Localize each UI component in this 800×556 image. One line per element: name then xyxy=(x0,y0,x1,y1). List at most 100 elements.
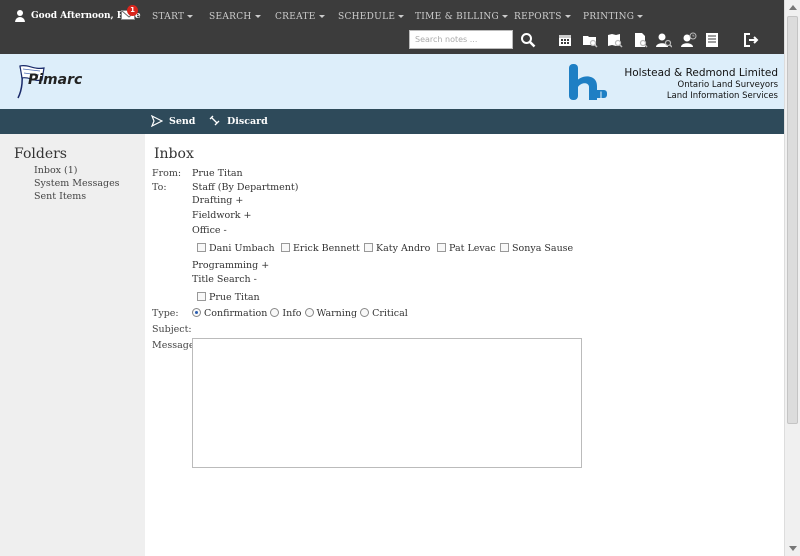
recipient-checkbox[interactable] xyxy=(281,243,290,252)
folder-system-messages[interactable]: System Messages xyxy=(34,178,120,189)
user-clock-icon[interactable] xyxy=(681,32,697,48)
subject-label: Subject: xyxy=(152,324,192,335)
company-logo: | xyxy=(569,64,607,100)
pimarc-logo-text: Pimarc xyxy=(28,72,83,88)
calendar-icon[interactable] xyxy=(557,32,573,48)
radio-button[interactable] xyxy=(270,308,280,317)
menu-printing[interactable]: PRINTING xyxy=(583,12,644,22)
recipient-checkbox[interactable] xyxy=(197,292,206,301)
menu-label: SEARCH xyxy=(209,12,252,22)
menu-label: PRINTING xyxy=(583,12,635,22)
message-label: Message: xyxy=(152,340,198,351)
menu-schedule[interactable]: SCHEDULE xyxy=(338,12,405,22)
message-textarea[interactable] xyxy=(192,338,582,468)
scroll-down-arrow-icon[interactable] xyxy=(789,546,797,551)
menu-label: SCHEDULE xyxy=(338,12,396,22)
menu-create[interactable]: CREATE xyxy=(275,12,325,22)
map-search-icon[interactable] xyxy=(607,32,623,48)
document-search-icon[interactable] xyxy=(632,32,648,48)
menu-reports[interactable]: REPORTS xyxy=(514,12,571,22)
recipient-name: Katy Andro xyxy=(376,243,431,254)
message-compose-panel: Inbox From: Prue Titan To: Staff (By Dep… xyxy=(145,134,784,556)
send-icon xyxy=(151,115,163,127)
recipient-name: Prue Titan xyxy=(209,292,260,303)
menu-search[interactable]: SEARCH xyxy=(209,12,261,22)
recipient-option[interactable]: Dani Umbach xyxy=(197,243,275,254)
from-label: From: xyxy=(152,168,182,179)
recipient-checkbox[interactable] xyxy=(500,243,509,252)
svg-text:|: | xyxy=(600,92,602,99)
radio-label: Warning xyxy=(316,308,358,319)
type-option-critical[interactable]: Critical xyxy=(360,308,408,319)
page-scrollbar[interactable] xyxy=(784,0,800,556)
unread-count-badge: 1 xyxy=(127,5,138,16)
menu-label: START xyxy=(152,12,185,22)
radio-button[interactable] xyxy=(192,308,201,317)
folders-title: Folders xyxy=(14,146,67,162)
scrollbar-thumb[interactable] xyxy=(787,16,798,424)
menu-label: TIME & BILLING xyxy=(415,12,500,22)
top-navbar: Good Afternoon, Prue 1 START SEARCH CREA… xyxy=(0,0,784,54)
to-department-header: Staff (By Department) xyxy=(192,182,299,193)
menu-label: REPORTS xyxy=(514,12,562,22)
type-option-warning[interactable]: Warning xyxy=(304,308,358,319)
logout-icon[interactable] xyxy=(743,32,759,48)
company-info: Holstead & Redmond Limited Ontario Land … xyxy=(612,66,778,102)
action-bar: Send Discard xyxy=(0,109,784,134)
recipient-name: Erick Bennett xyxy=(293,243,360,254)
recipient-name: Sonya Sause xyxy=(512,243,574,254)
company-tagline-1: Ontario Land Surveyors xyxy=(677,80,779,90)
folder-sent-items[interactable]: Sent Items xyxy=(34,191,86,202)
send-button[interactable]: Send xyxy=(151,115,195,127)
menu-label: CREATE xyxy=(275,12,316,22)
folders-sidebar: Folders Inbox (1) System Messages Sent I… xyxy=(0,134,145,556)
folder-search-icon[interactable] xyxy=(582,32,598,48)
type-radio-group: Confirmation Info Warning Critical xyxy=(192,308,408,319)
recipient-option[interactable]: Pat Levac xyxy=(437,243,496,254)
recipient-option[interactable]: Prue Titan xyxy=(197,292,260,303)
recipient-checkbox[interactable] xyxy=(197,243,206,252)
group-fieldwork[interactable]: Fieldwork + xyxy=(192,210,252,221)
menu-time-billing[interactable]: TIME & BILLING xyxy=(415,12,509,22)
caret-down-icon xyxy=(187,15,194,18)
caret-down-icon xyxy=(502,15,509,18)
group-title-search[interactable]: Title Search - xyxy=(192,274,257,285)
recipient-option[interactable]: Sonya Sause xyxy=(500,243,573,254)
page-title: Inbox xyxy=(154,146,194,162)
header-banner: Pimarc | Holstead & Redmond Limited Onta… xyxy=(0,54,784,109)
search-notes-input[interactable] xyxy=(409,30,513,49)
type-label: Type: xyxy=(152,308,179,319)
discard-label: Discard xyxy=(227,115,268,127)
to-label: To: xyxy=(152,182,167,193)
radio-label: Confirmation xyxy=(204,308,268,319)
group-drafting[interactable]: Drafting + xyxy=(192,195,243,206)
notes-icon[interactable] xyxy=(704,32,720,48)
radio-label: Critical xyxy=(372,308,408,319)
company-name: Holstead & Redmond Limited xyxy=(624,67,778,79)
caret-down-icon xyxy=(254,15,261,18)
group-programming[interactable]: Programming + xyxy=(192,260,269,271)
company-tagline-2: Land Information Services xyxy=(666,91,778,101)
recipient-option[interactable]: Erick Bennett xyxy=(281,243,360,254)
recipient-option[interactable]: Katy Andro xyxy=(364,243,430,254)
group-office[interactable]: Office - xyxy=(192,225,227,236)
radio-label: Info xyxy=(282,308,302,319)
contact-search-icon[interactable] xyxy=(656,32,672,48)
scroll-up-arrow-icon[interactable] xyxy=(789,5,797,10)
type-option-confirmation[interactable]: Confirmation xyxy=(192,308,267,319)
folder-inbox[interactable]: Inbox (1) xyxy=(34,165,78,176)
type-option-info[interactable]: Info xyxy=(270,308,302,319)
menu-start[interactable]: START xyxy=(152,12,194,22)
radio-button[interactable] xyxy=(304,308,314,317)
radio-button[interactable] xyxy=(360,308,370,317)
recipient-checkbox[interactable] xyxy=(437,243,446,252)
recipient-checkbox[interactable] xyxy=(364,243,373,252)
discard-button[interactable]: Discard xyxy=(209,115,268,127)
send-label: Send xyxy=(169,115,196,127)
recipient-name: Dani Umbach xyxy=(209,243,275,254)
search-icon[interactable] xyxy=(520,32,536,48)
recipient-name: Pat Levac xyxy=(449,243,496,254)
caret-down-icon xyxy=(398,15,405,18)
caret-down-icon xyxy=(564,15,571,18)
caret-down-icon xyxy=(637,15,644,18)
